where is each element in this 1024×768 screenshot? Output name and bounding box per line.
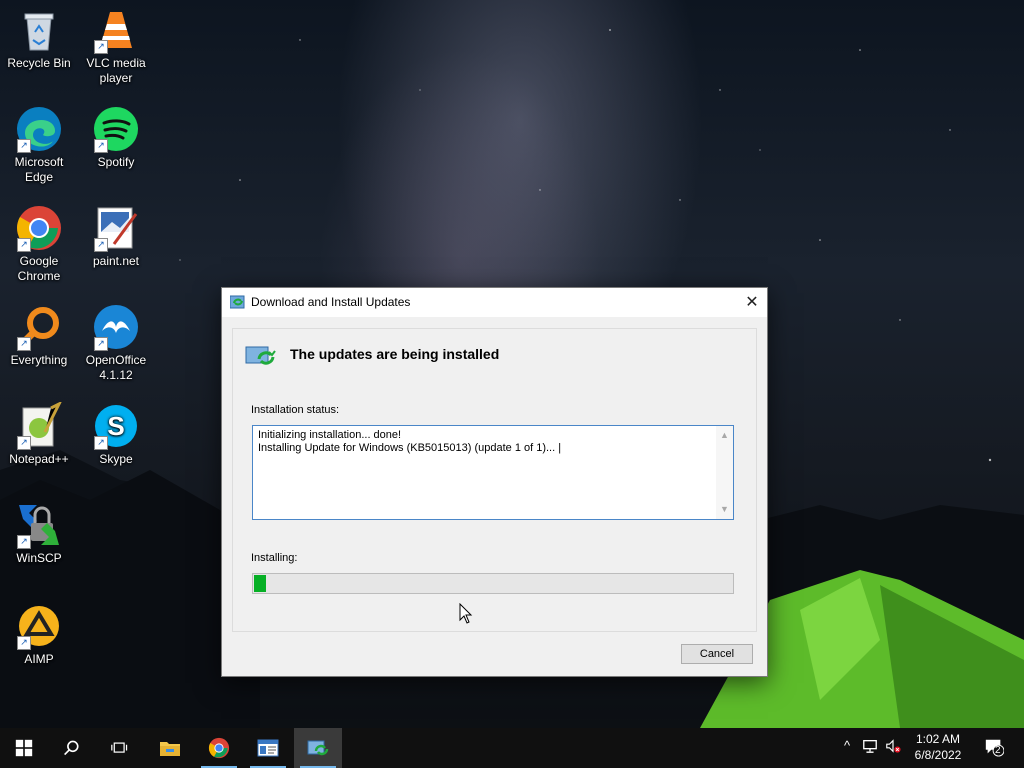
taskbar-windows-update[interactable]	[294, 728, 342, 768]
log-scrollbar[interactable]: ▲ ▼	[716, 426, 733, 519]
log-line: Initializing installation... done!	[258, 429, 402, 441]
close-button[interactable]: ✕	[737, 288, 767, 317]
close-icon: ✕	[745, 294, 759, 311]
task-view-icon	[111, 742, 128, 753]
scroll-up-icon[interactable]: ▲	[720, 429, 729, 442]
log-line: Installing Update for Windows (KB5015013…	[258, 442, 562, 454]
desktop-icon-label: OpenOffice 4.1.12	[85, 353, 147, 382]
recycle-bin-icon	[24, 13, 54, 51]
network-icon	[863, 740, 877, 753]
desktop-icon-label: Everything	[10, 353, 68, 367]
shortcut-arrow-icon: ↗	[94, 436, 108, 450]
cancel-button[interactable]: Cancel	[681, 644, 753, 664]
notification-count-badge: 2	[995, 745, 1001, 756]
chevron-up-icon: ^	[843, 738, 851, 753]
shortcut-arrow-icon: ↗	[17, 636, 31, 650]
desktop-icon-recycle-bin[interactable]: Recycle Bin	[0, 2, 78, 71]
show-hidden-icons-button[interactable]: ^	[838, 738, 856, 758]
installation-status-label: Installation status:	[251, 404, 340, 416]
svg-text:S: S	[107, 411, 124, 441]
windows-update-icon	[230, 295, 245, 309]
taskbar-chrome[interactable]	[195, 728, 243, 768]
desktop-icon-label: paint.net	[92, 254, 140, 268]
desktop-icon-openoffice[interactable]: ↗ OpenOffice 4.1.12	[77, 299, 155, 383]
install-progress-bar	[252, 573, 734, 594]
taskbar: ^ 1:02 AM 6/8/2022 2	[0, 728, 1024, 768]
desktop-icon-label: AIMP	[24, 652, 54, 666]
dialog-content-panel: The updates are being installed Installa…	[232, 328, 757, 632]
desktop-icon-everything[interactable]: ↗ Everything	[0, 299, 78, 368]
search-icon	[64, 740, 79, 756]
mouse-cursor-icon	[459, 603, 473, 624]
windows-update-icon	[307, 740, 329, 756]
clock-time: 1:02 AM	[915, 732, 961, 746]
notification-icon	[985, 739, 1005, 757]
task-view-button[interactable]	[96, 728, 144, 768]
chrome-icon	[208, 737, 230, 759]
install-progress-fill	[254, 575, 266, 592]
desktop-icon-label: Google Chrome	[17, 254, 61, 283]
shortcut-arrow-icon: ↗	[94, 337, 108, 351]
dialog-title: Download and Install Updates	[251, 295, 411, 309]
shortcut-arrow-icon: ↗	[94, 238, 108, 252]
desktop-icon-spotify[interactable]: ↗ Spotify	[77, 101, 155, 170]
desktop-icon-notepadpp[interactable]: ↗ Notepad++	[0, 398, 78, 467]
shortcut-arrow-icon: ↗	[17, 337, 31, 351]
desktop-icon-winscp[interactable]: ↗ WinSCP	[0, 497, 78, 566]
clock-date: 6/8/2022	[914, 748, 962, 762]
desktop-icon-label: VLC media player	[86, 56, 146, 85]
dialog-titlebar[interactable]: Download and Install Updates ✕	[222, 288, 767, 317]
desktop-icon-label: Recycle Bin	[7, 56, 71, 70]
shortcut-arrow-icon: ↗	[94, 139, 108, 153]
desktop-icon-label: Spotify	[97, 155, 135, 169]
search-button[interactable]	[48, 728, 96, 768]
volume-muted-icon	[886, 739, 901, 753]
desktop-icon-vlc[interactable]: ↗ VLC media player	[77, 2, 155, 86]
desktop-icon-edge[interactable]: ↗ Microsoft Edge	[0, 101, 78, 185]
desktop-icon-chrome[interactable]: ↗ Google Chrome	[0, 200, 78, 284]
scroll-down-icon[interactable]: ▼	[720, 503, 729, 516]
updates-installing-icon	[245, 346, 276, 365]
desktop-icon-label: Notepad++	[9, 452, 69, 466]
installing-label: Installing:	[251, 552, 298, 564]
dialog-heading: The updates are being installed	[290, 346, 500, 362]
file-explorer-icon	[160, 742, 180, 756]
taskbar-app-window[interactable]	[244, 728, 292, 768]
desktop-icon-aimp[interactable]: ↗ AIMP	[0, 598, 78, 667]
taskbar-file-explorer[interactable]	[146, 728, 194, 768]
update-dialog: Download and Install Updates ✕ The updat…	[221, 287, 768, 677]
shortcut-arrow-icon: ↗	[17, 139, 31, 153]
start-button[interactable]	[0, 728, 48, 768]
shortcut-arrow-icon: ↗	[17, 535, 31, 549]
desktop-icon-skype[interactable]: S ↗ Skype	[77, 398, 155, 467]
volume-button[interactable]	[884, 738, 902, 758]
action-center-button[interactable]: 2	[983, 737, 1005, 757]
desktop-icon-label: WinSCP	[16, 551, 62, 565]
shortcut-arrow-icon: ↗	[17, 436, 31, 450]
network-button[interactable]	[861, 738, 879, 758]
desktop-icon-label: Microsoft Edge	[14, 155, 64, 184]
shortcut-arrow-icon: ↗	[94, 40, 108, 54]
desktop-icon-paintnet[interactable]: ↗ paint.net	[77, 200, 155, 269]
shortcut-arrow-icon: ↗	[17, 238, 31, 252]
taskbar-clock[interactable]: 1:02 AM 6/8/2022	[904, 731, 972, 763]
app-window-icon	[257, 739, 279, 757]
desktop-icon-label: Skype	[99, 452, 133, 466]
installation-log[interactable]: Initializing installation... done! Insta…	[252, 425, 734, 520]
start-icon	[15, 739, 33, 757]
